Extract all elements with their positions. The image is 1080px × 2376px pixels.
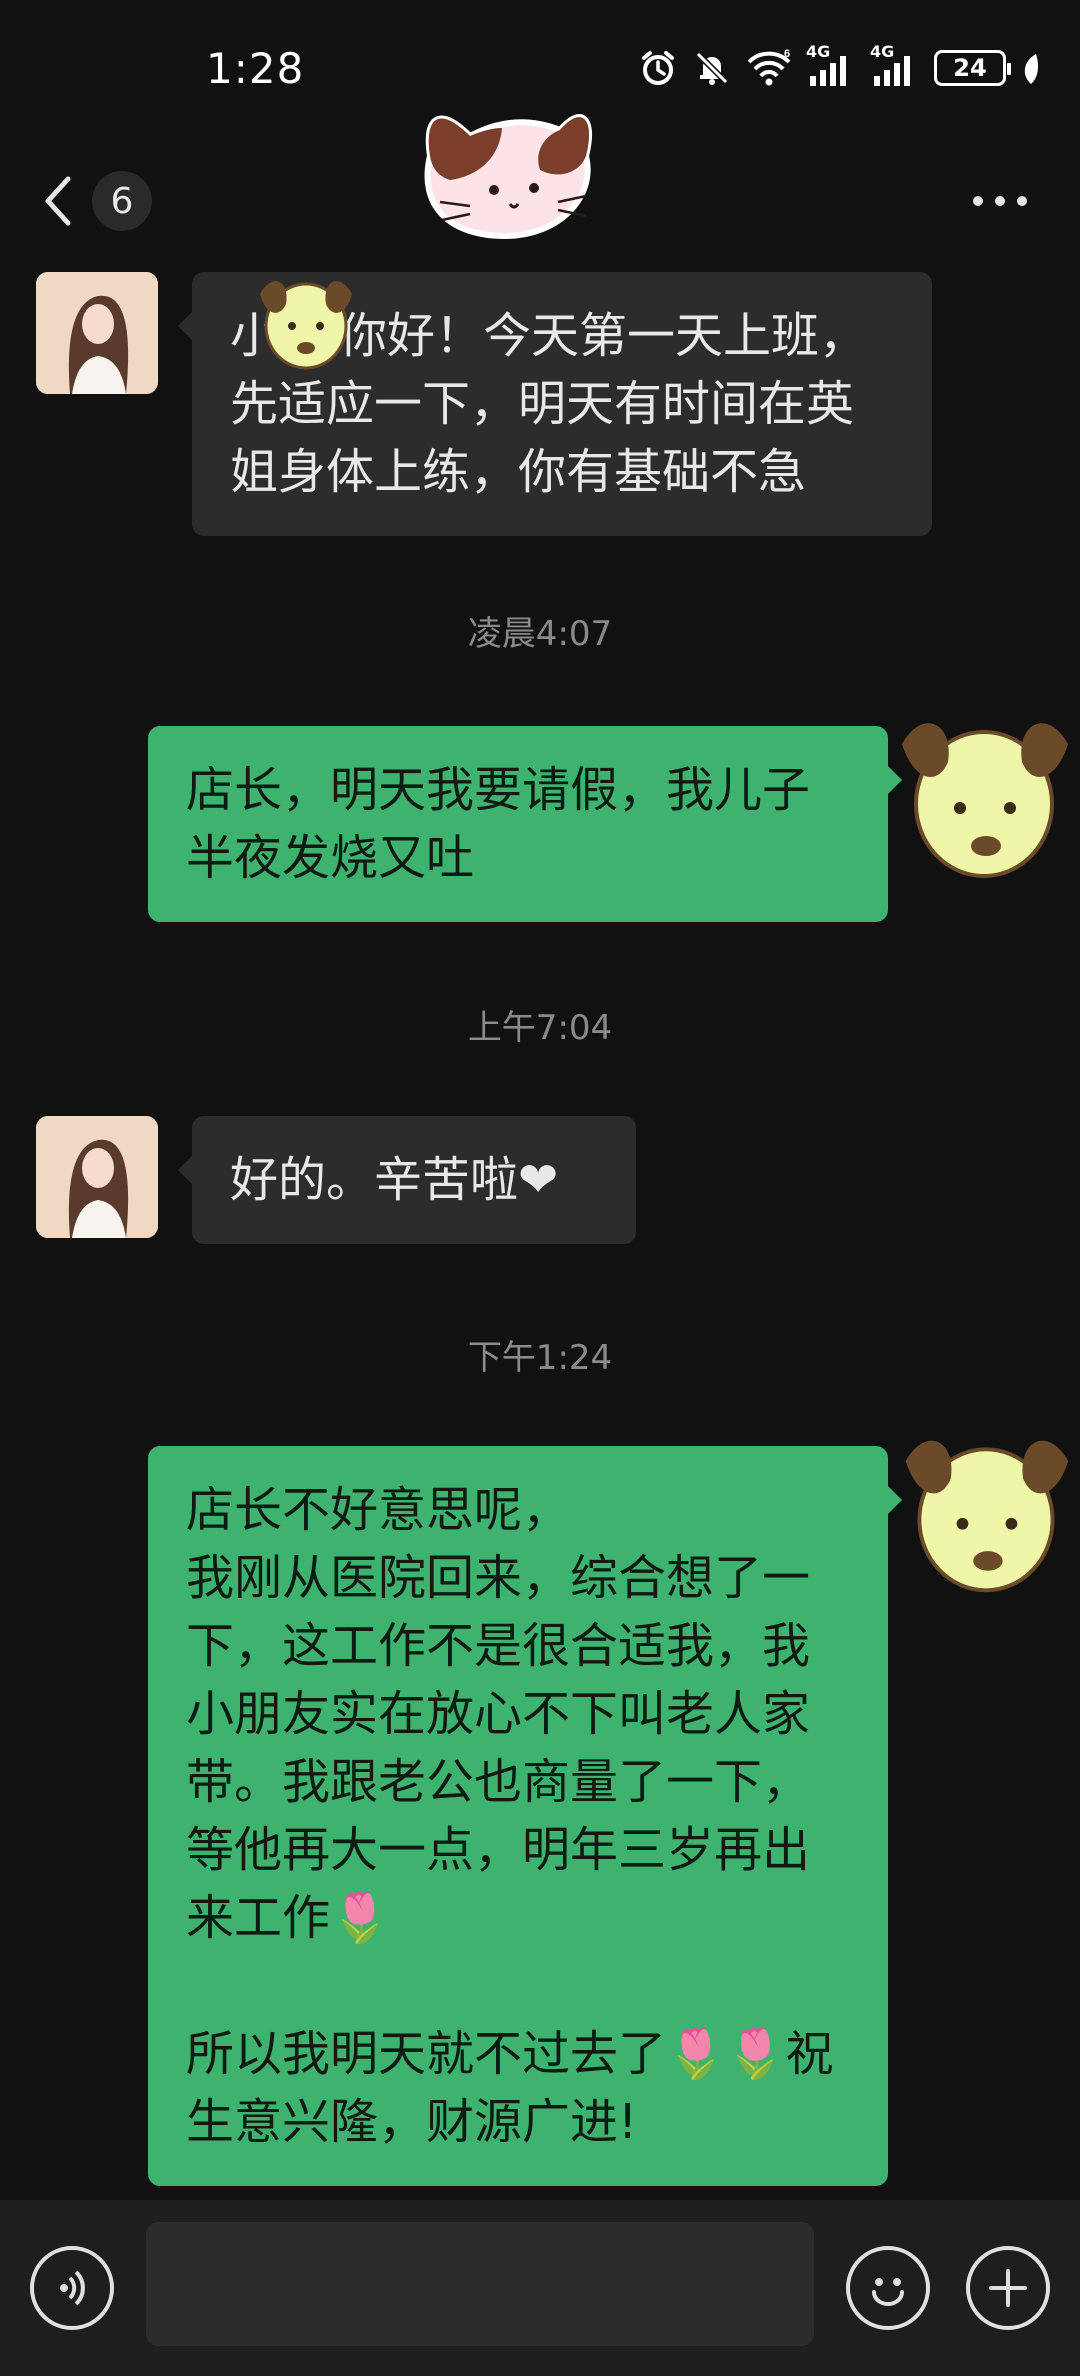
plus-icon [989,2269,1027,2307]
message-timestamp: 凌晨4:07 [467,614,613,654]
message-text: 店长，明天我要请假，我儿子 半夜发烧又吐 [186,762,811,886]
unread-count-badge: 6 [92,171,152,231]
message-bubble-incoming[interactable]: 好的。辛苦啦❤ [178,1116,636,1244]
input-bar [0,2200,1080,2376]
plus-button[interactable] [966,2246,1050,2330]
message-bubble-outgoing[interactable]: 店长不好意思呢， 我刚从医院回来，综合想了一 下，这工作不是很合适我，我 小朋友… [148,1446,902,2186]
mute-bell-icon [695,51,729,85]
chat-header: 6 [0,114,1080,260]
avatar-portrait-icon [36,1116,158,1238]
message-bubble-outgoing[interactable]: 店长，明天我要请假，我儿子 半夜发烧又吐 [148,726,902,922]
message-timestamp: 上午7:04 [467,1008,613,1048]
contact-avatar[interactable] [36,272,158,394]
wifi-icon: 6 [747,48,791,86]
chevron-left-icon [45,176,71,226]
message-text: 店长不好意思呢， 我刚从医院回来，综合想了一 下，这工作不是很合适我，我 小朋友… [186,1482,834,2150]
svg-text:6: 6 [784,48,790,60]
dog-sticker-icon [905,1440,1069,1593]
alarm-icon [642,51,674,85]
network-type-2: 4G [870,42,895,61]
avatar-portrait-icon [36,272,158,394]
emoji-button[interactable] [846,2246,930,2330]
more-dots-icon [973,196,1027,206]
signal-2: 4G [870,42,920,88]
chat-screen: 1:28 6 4G 4G 24 6 小 你好！今天第一天上班， 先适应一下，明天… [0,0,1080,2376]
more-button[interactable] [960,176,1040,226]
dog-sticker-icon [902,723,1068,878]
message-timestamp: 下午1:24 [467,1338,613,1378]
dog-sticker-icon [260,281,352,370]
message-input[interactable] [146,2222,814,2346]
voice-icon [60,2270,85,2306]
back-button[interactable]: 6 [38,166,178,236]
status-icons: 6 4G 4G 24 [638,42,1042,88]
status-clock: 1:28 [206,44,305,93]
message-text: 好的。辛苦啦❤ [230,1152,559,1208]
leaf-icon [1024,54,1039,84]
network-type-1: 4G [806,42,831,61]
signal-1: 4G [806,42,856,88]
battery-indicator: 24 [934,50,1011,86]
emoji-icon [872,2278,904,2306]
contact-avatar[interactable] [36,1116,158,1238]
cat-sticker-icon [424,114,593,240]
voice-button[interactable] [30,2246,114,2330]
